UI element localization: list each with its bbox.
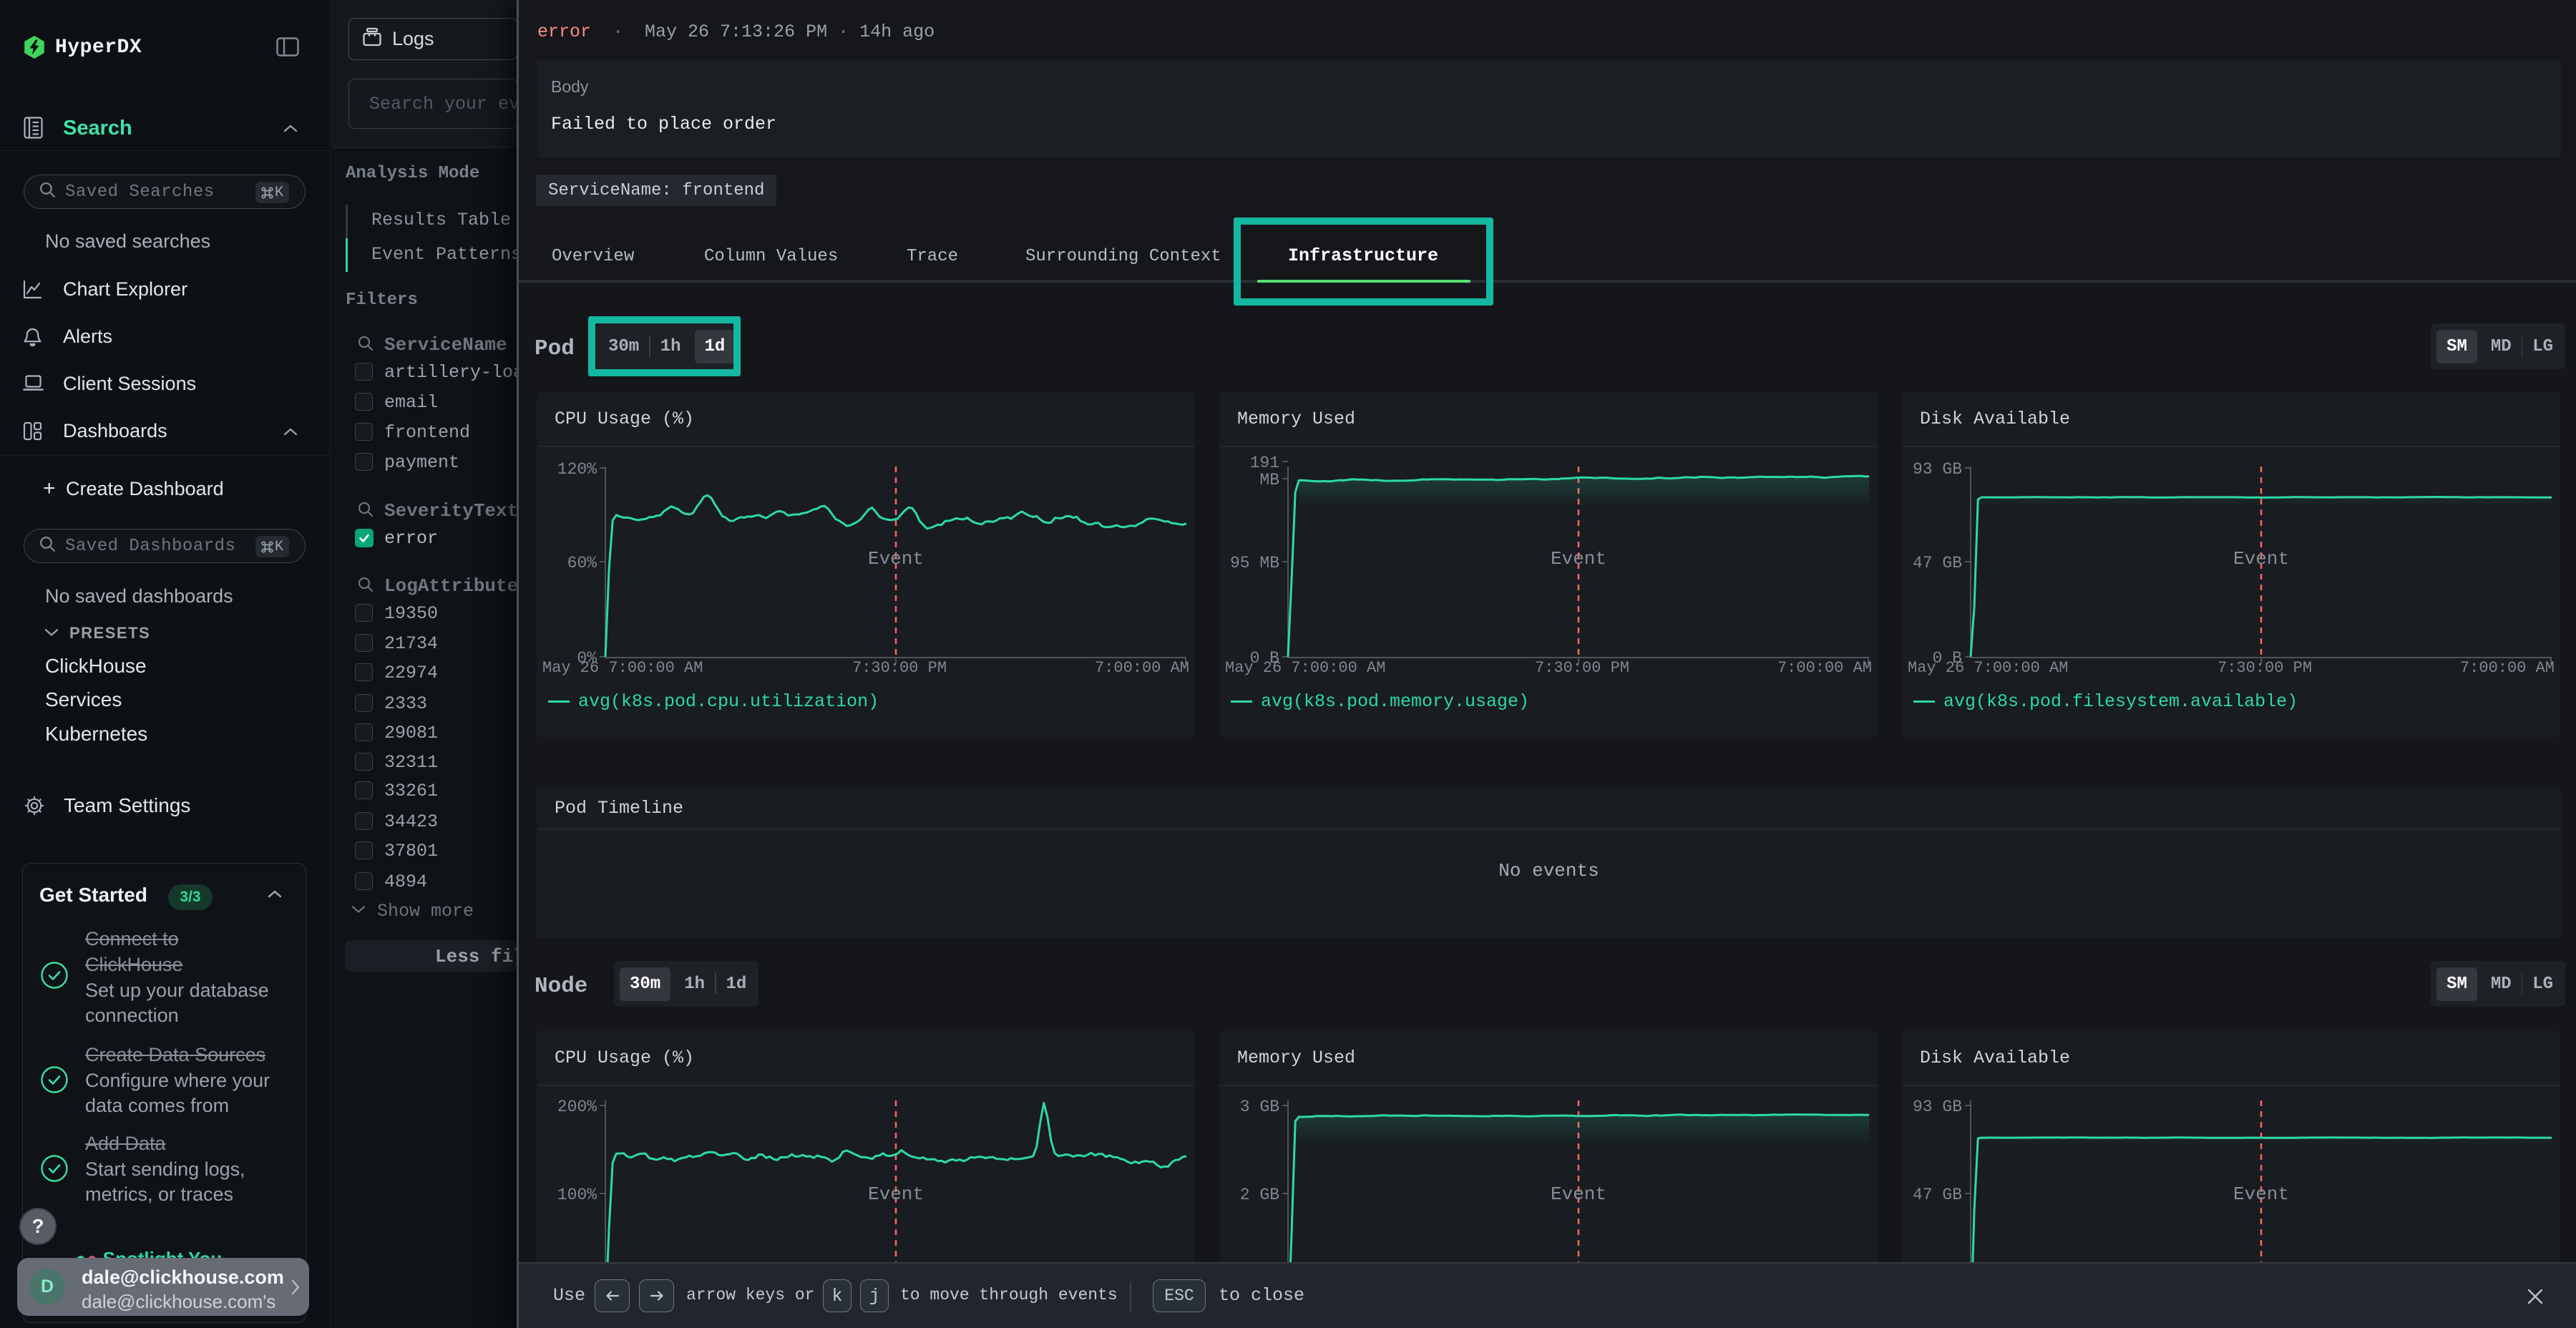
svg-text:200%: 200% <box>557 1098 597 1116</box>
svg-text:MB: MB <box>1259 471 1279 489</box>
svg-text:93 GB: 93 GB <box>1913 460 1962 479</box>
svg-text:Event: Event <box>868 548 924 570</box>
svg-text:47 GB: 47 GB <box>1913 554 1962 572</box>
svg-text:Event: Event <box>1551 1183 1606 1205</box>
svg-text:191: 191 <box>1250 454 1279 472</box>
svg-text:93 GB: 93 GB <box>1913 1098 1962 1116</box>
svg-text:120%: 120% <box>557 460 597 479</box>
svg-text:Event: Event <box>2233 548 2289 570</box>
svg-text:Event: Event <box>1551 548 1606 570</box>
svg-text:100%: 100% <box>557 1186 597 1204</box>
svg-text:95 MB: 95 MB <box>1230 554 1279 572</box>
svg-text:60%: 60% <box>567 554 597 572</box>
svg-text:Event: Event <box>868 1183 924 1205</box>
svg-text:3 GB: 3 GB <box>1240 1098 1279 1116</box>
svg-text:Event: Event <box>2233 1183 2289 1205</box>
svg-text:2 GB: 2 GB <box>1240 1186 1279 1204</box>
svg-text:47 GB: 47 GB <box>1913 1186 1962 1204</box>
